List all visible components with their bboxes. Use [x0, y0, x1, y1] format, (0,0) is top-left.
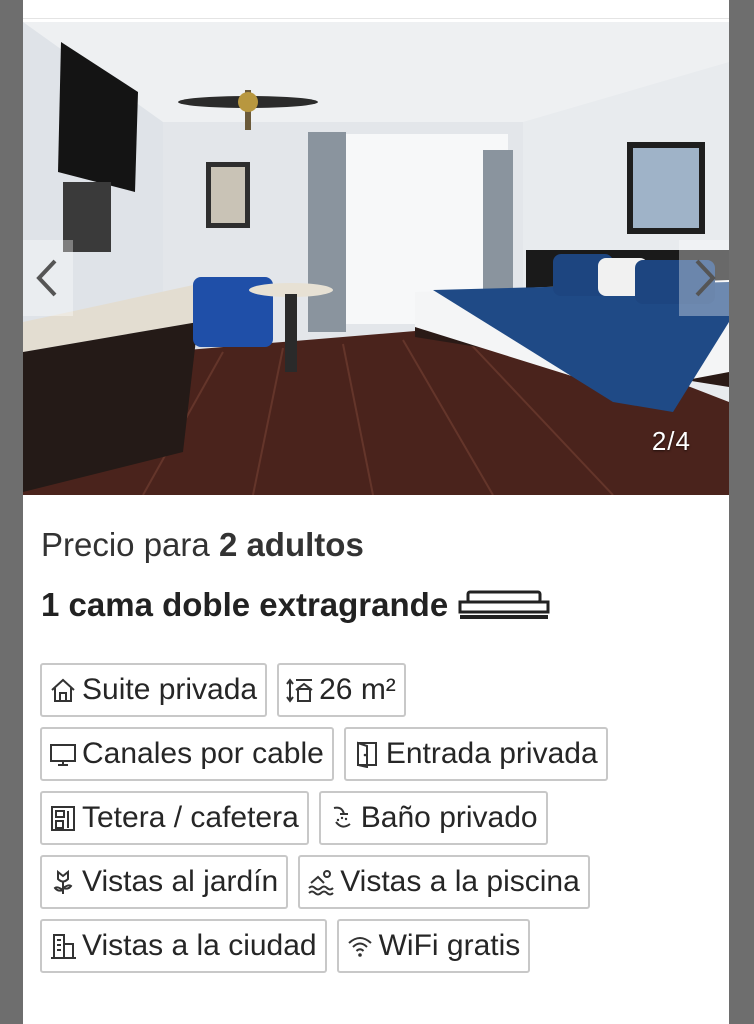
facility-cable-tv: Canales por cable	[40, 727, 334, 781]
facility-label: Suite privada	[82, 673, 258, 706]
pool-icon	[306, 867, 336, 897]
facility-label: Tetera / cafetera	[82, 801, 299, 834]
facility-garden-view: Vistas al jardín	[40, 855, 289, 909]
guest-count: 2 adultos	[218, 526, 364, 563]
gallery-counter: 2/4	[651, 426, 691, 456]
photo-gallery[interactable]: 2/4	[23, 22, 729, 495]
chevron-right-icon	[695, 259, 716, 297]
bed-info: 1 cama doble extragrande	[41, 586, 550, 624]
facility-size: 26 m²	[277, 663, 406, 717]
wifi-icon	[345, 931, 375, 961]
facility-label: Baño privado	[360, 801, 538, 834]
facility-label: WiFi gratis	[378, 929, 521, 962]
facility-label: Vistas a la ciudad	[82, 929, 317, 962]
flower-icon	[48, 867, 78, 897]
facility-label: Vistas a la piscina	[340, 865, 580, 898]
gallery-prev-button[interactable]	[23, 240, 73, 316]
facility-label: 26 m²	[319, 673, 396, 706]
facility-label: Canales por cable	[82, 737, 324, 770]
facility-wifi: WiFi gratis	[336, 919, 531, 973]
bed-label: 1 cama doble extragrande	[41, 586, 449, 623]
facility-label: Vistas al jardín	[82, 865, 279, 898]
coffee-maker-icon	[48, 803, 78, 833]
facility-city-view: Vistas a la ciudad	[40, 919, 327, 973]
gallery-next-button[interactable]	[679, 240, 729, 316]
chevron-left-icon	[36, 259, 57, 297]
tv-icon	[48, 739, 78, 769]
facility-coffee-maker: Tetera / cafetera	[40, 791, 309, 845]
door-icon	[352, 739, 382, 769]
facility-private-bathroom: Baño privado	[318, 791, 548, 845]
facility-pool-view: Vistas a la piscina	[298, 855, 590, 909]
facility-private-entrance: Entrada privada	[343, 727, 608, 781]
price-occupancy: Precio para 2 adultos	[41, 526, 364, 564]
top-divider	[23, 0, 729, 19]
price-prefix: Precio para	[41, 526, 210, 563]
bed-icon	[458, 590, 550, 619]
shower-icon	[327, 803, 357, 833]
city-icon	[48, 931, 78, 961]
facility-list: Suite privada 26 m² Canales por cable En…	[40, 663, 720, 983]
facility-suite: Suite privada	[40, 663, 268, 717]
room-photo	[23, 22, 729, 495]
house-icon	[48, 675, 78, 705]
room-card: 2/4 Precio para 2 adultos 1 cama doble e…	[23, 0, 729, 1024]
facility-label: Entrada privada	[385, 737, 598, 770]
room-size-icon	[285, 675, 315, 705]
